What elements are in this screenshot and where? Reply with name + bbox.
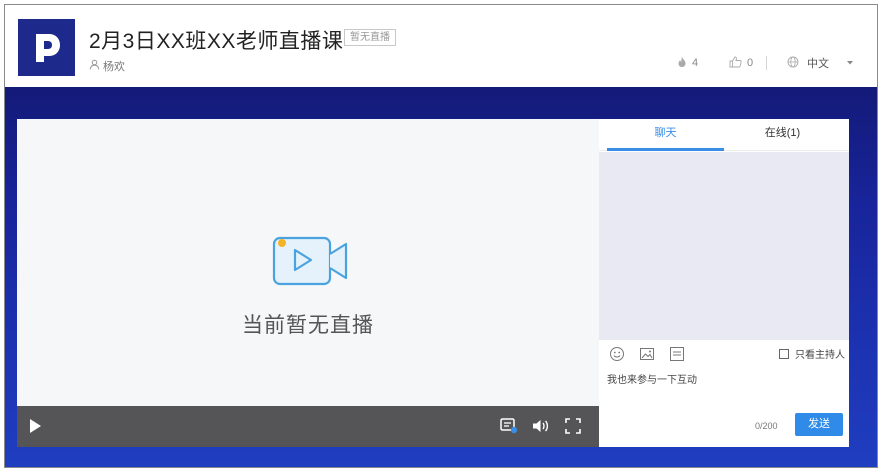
divider	[766, 56, 767, 70]
chat-panel: 聊天 在线(1) 只看主持人 我也来参与一下互动 0/200 发送	[599, 119, 849, 447]
chat-input[interactable]: 我也来参与一下互动	[607, 371, 839, 411]
play-icon[interactable]	[25, 416, 45, 436]
volume-icon[interactable]	[531, 416, 551, 436]
chat-toolbar: 只看主持人	[599, 343, 849, 365]
thumbs-up-icon	[729, 56, 742, 71]
list-icon[interactable]	[669, 346, 685, 362]
flame-icon	[677, 56, 687, 71]
p-logo-icon	[18, 19, 75, 76]
host-info: 杨欢	[89, 58, 125, 74]
tab-online[interactable]: 在线(1)	[724, 119, 841, 151]
view-count: 4	[677, 55, 698, 71]
send-button[interactable]: 发送	[795, 413, 843, 436]
like-button[interactable]: 0	[729, 55, 753, 71]
host-only-label: 只看主持人	[795, 350, 845, 361]
page-title: 2月3日XX班XX老师直播课	[89, 30, 344, 53]
image-icon[interactable]	[639, 346, 655, 362]
live-stage: 当前暂无直播 聊天 在线(1) 只看主持人 我也来参与一下互动 0/200 发送	[5, 87, 877, 467]
player-controls	[17, 406, 599, 447]
language-select[interactable]: 中文	[787, 55, 854, 71]
emoji-icon[interactable]	[609, 346, 625, 362]
no-live-message: 当前暂无直播	[242, 314, 374, 337]
language-label: 中文	[807, 58, 829, 70]
fullscreen-icon[interactable]	[563, 416, 583, 436]
chat-tabs: 聊天 在线(1)	[599, 119, 849, 151]
subtitle-icon[interactable]	[499, 416, 519, 436]
status-badge: 暂无直播	[344, 29, 396, 46]
globe-icon	[787, 56, 799, 71]
video-area[interactable]: 当前暂无直播	[17, 119, 599, 406]
char-counter: 0/200	[755, 421, 778, 431]
host-only-toggle[interactable]: 只看主持人	[779, 346, 845, 361]
header: 2月3日XX班XX老师直播课 暂无直播 杨欢 4 0 中文	[5, 5, 877, 87]
live-room-window: 2月3日XX班XX老师直播课 暂无直播 杨欢 4 0 中文 当前暂无直播 聊天 …	[4, 4, 878, 468]
video-camera-icon	[272, 232, 350, 295]
host-name: 杨欢	[103, 61, 125, 73]
message-list[interactable]	[599, 152, 849, 340]
host-only-checkbox[interactable]	[779, 348, 789, 359]
video-player: 当前暂无直播	[17, 119, 599, 447]
caret-down-icon	[846, 57, 854, 69]
user-icon	[89, 59, 100, 73]
tab-chat[interactable]: 聊天	[607, 119, 724, 151]
